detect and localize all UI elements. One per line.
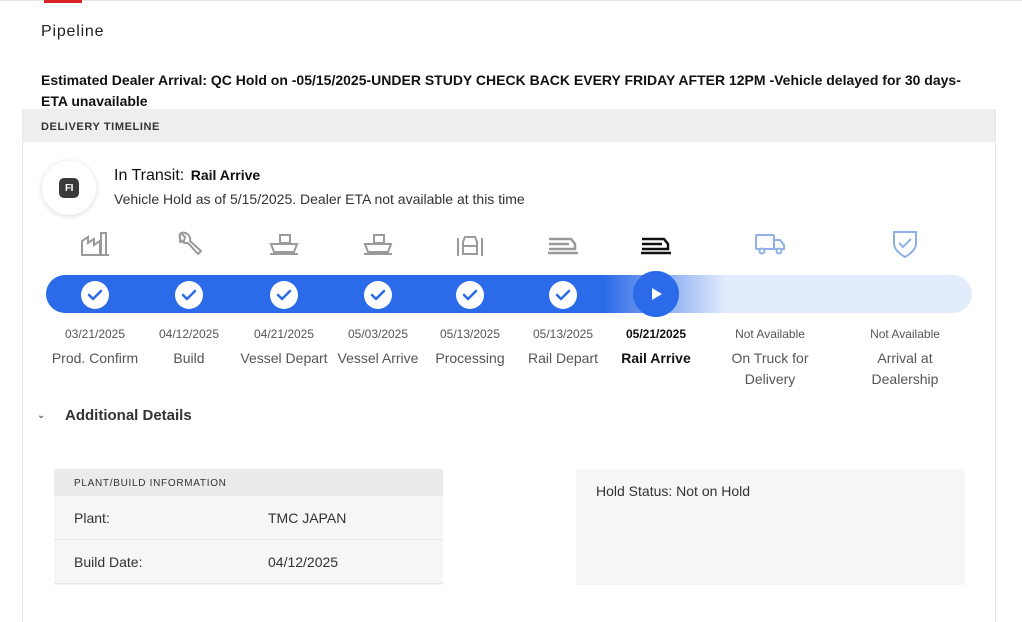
step-date: Not Available [735, 327, 805, 341]
plant-build-panel: PLANT/BUILD INFORMATION Plant: TMC JAPAN… [54, 469, 443, 585]
step-label: Vessel Arrive [337, 350, 419, 366]
step-label: Build [173, 350, 205, 366]
hold-status-panel: Hold Status: Not on Hold [576, 469, 965, 585]
hold-status-text: Hold Status: Not on Hold [596, 483, 751, 499]
step-date: 03/21/2025 [64, 327, 126, 341]
plant-label: Plant: [74, 510, 110, 526]
timeline-step: 04/21/2025 Vessel Depart [234, 229, 334, 366]
timeline-step: Not Available Arrival at Dealership [855, 229, 955, 387]
check-icon [81, 281, 109, 309]
ship-icon [234, 229, 334, 259]
timeline-step: 03/21/2025 Prod. Confirm [45, 229, 145, 366]
additional-details-toggle[interactable]: ⌄ Additional Details [37, 407, 192, 424]
status-subtitle: Rail Arrive [190, 167, 261, 183]
step-date: 04/12/2025 [158, 327, 220, 341]
step-label: Prod. Confirm [51, 350, 139, 366]
status-description: Vehicle Hold as of 5/15/2025. Dealer ETA… [114, 191, 525, 207]
step-date: 05/13/2025 [439, 327, 501, 341]
step-date: 05/03/2025 [347, 327, 409, 341]
timeline-step: 05/13/2025 Processing [420, 229, 520, 366]
rail-icon [513, 229, 613, 259]
plant-value: TMC JAPAN [268, 510, 347, 526]
build-date-value: 04/12/2025 [268, 554, 339, 570]
truck-icon [720, 229, 820, 259]
status-badge: FI [42, 161, 96, 215]
delivery-timeline-header: DELIVERY TIMELINE [23, 109, 995, 142]
step-label: Arrival at Dealership [871, 350, 939, 387]
delivery-timeline-card: DELIVERY TIMELINE FI In Transit: Rail Ar… [22, 109, 996, 622]
step-date: 05/21/2025 [625, 327, 687, 341]
page-title: Pipeline [41, 23, 105, 40]
timeline-step: 04/12/2025 Build [139, 229, 239, 366]
build-date-label: Build Date: [74, 554, 143, 570]
plant-build-header: PLANT/BUILD INFORMATION [54, 469, 443, 496]
additional-details-label: Additional Details [65, 407, 192, 424]
play-icon [633, 271, 679, 317]
top-divider [0, 0, 1022, 4]
car-icon [420, 229, 520, 259]
ship-icon [328, 229, 428, 259]
timeline-step: Not Available On Truck for Delivery [720, 229, 820, 387]
plant-row: Plant: TMC JAPAN [54, 496, 443, 540]
build-date-row: Build Date: 04/12/2025 [54, 540, 443, 584]
timeline-step: 05/03/2025 Vessel Arrive [328, 229, 428, 366]
timeline-steps: 03/21/2025 Prod. Confirm 04/12/2025 Build 04… [23, 229, 997, 399]
step-date: 04/21/2025 [253, 327, 315, 341]
status-title: In Transit: Rail Arrive [114, 167, 260, 185]
step-label: On Truck for Delivery [731, 350, 809, 387]
check-icon [549, 281, 577, 309]
step-label: Processing [435, 350, 505, 366]
chevron-down-icon: ⌄ [37, 410, 46, 421]
step-label: Vessel Depart [240, 350, 328, 366]
status-title-text: In Transit: [114, 167, 185, 184]
step-label: Rail Arrive [621, 350, 691, 366]
step-label: Rail Depart [527, 350, 599, 366]
brand-accent-bar [44, 0, 82, 3]
timeline-step: 05/21/2025 Rail Arrive [606, 229, 706, 366]
factory-icon [45, 229, 145, 259]
step-date: 05/13/2025 [532, 327, 594, 341]
wrench-icon [139, 229, 239, 259]
check-icon [456, 281, 484, 309]
eta-message: Estimated Dealer Arrival: QC Hold on -05… [41, 72, 961, 109]
fi-badge-icon: FI [59, 178, 79, 198]
shield-check-icon [855, 229, 955, 259]
step-date: Not Available [870, 327, 940, 341]
check-icon [364, 281, 392, 309]
check-icon [270, 281, 298, 309]
rail-icon [606, 229, 706, 259]
timeline-step: 05/13/2025 Rail Depart [513, 229, 613, 366]
check-icon [175, 281, 203, 309]
